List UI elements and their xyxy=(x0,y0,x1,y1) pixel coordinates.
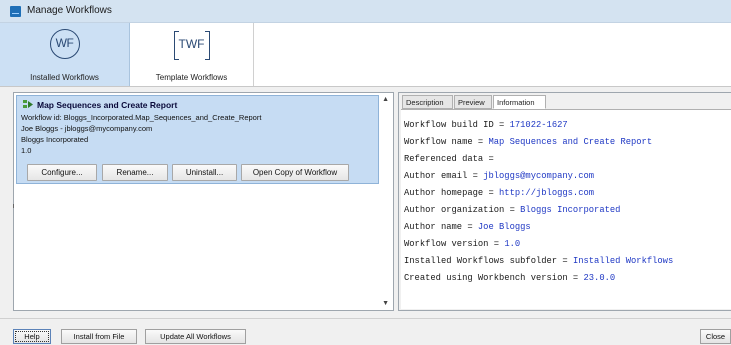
rename-button[interactable]: Rename... xyxy=(102,164,168,181)
info-line-workbench-version: Created using Workbench version = 23.0.0 xyxy=(404,273,616,283)
installed-workflows-button[interactable]: WF Installed Workflows xyxy=(0,23,130,86)
open-copy-button[interactable]: Open Copy of Workflow xyxy=(241,164,349,181)
template-workflows-label: Template Workflows xyxy=(155,73,228,82)
info-line-author-homepage: Author homepage = http://jbloggs.com xyxy=(404,188,595,198)
window-titlebar: Manage Workflows xyxy=(0,0,731,23)
tab-description[interactable]: Description xyxy=(402,95,453,109)
template-workflows-icon: TWF xyxy=(173,31,210,60)
info-line-author-name: Author name = Joe Bloggs xyxy=(404,222,531,232)
tab-information[interactable]: Information xyxy=(493,95,546,109)
workflow-organization: Bloggs Incorporated xyxy=(21,135,89,144)
workflow-toolbar: WF Installed Workflows TWF Template Work… xyxy=(0,23,731,87)
scroll-up-arrow-icon[interactable]: ▲ xyxy=(382,96,389,103)
scroll-down-arrow-icon[interactable]: ▼ xyxy=(382,300,389,307)
window-title: Manage Workflows xyxy=(27,5,112,16)
template-workflows-button[interactable]: TWF Template Workflows xyxy=(130,23,254,86)
close-button[interactable]: Close xyxy=(700,329,731,344)
workflow-list[interactable]: Map Sequences and Create Report Workflow… xyxy=(13,92,394,311)
help-button[interactable]: Help xyxy=(13,329,51,344)
info-line-author-organization: Author organization = Bloggs Incorporate… xyxy=(404,205,621,215)
uninstall-button[interactable]: Uninstall... xyxy=(172,164,237,181)
info-line-referenced-data: Referenced data = xyxy=(404,154,494,164)
update-all-workflows-button[interactable]: Update All Workflows xyxy=(145,329,246,344)
workflow-id: Workflow id: Bloggs_Incorporated.Map_Seq… xyxy=(21,113,262,122)
info-line-author-email: Author email = jbloggs@mycompany.com xyxy=(404,171,595,181)
info-line-subfolder: Installed Workflows subfolder = Installe… xyxy=(404,256,674,266)
footer-divider xyxy=(0,318,731,319)
workflow-version: 1.0 xyxy=(21,146,32,155)
pane-edge-marker xyxy=(13,204,14,208)
configure-button[interactable]: Configure... xyxy=(27,164,97,181)
app-icon xyxy=(10,6,21,17)
info-line-build-id: Workflow build ID = 171022-1627 xyxy=(404,120,568,130)
installed-workflows-label: Installed Workflows xyxy=(30,73,99,82)
installed-workflows-icon: WF xyxy=(49,29,80,59)
info-line-workflow-name: Workflow name = Map Sequences and Create… xyxy=(404,137,653,147)
workflow-list-item[interactable]: Map Sequences and Create Report Workflow… xyxy=(16,95,379,184)
workflow-name: Map Sequences and Create Report xyxy=(37,100,178,110)
details-pane: Description Preview Information Workflow… xyxy=(398,92,731,311)
information-panel: Workflow build ID = 171022-1627 Workflow… xyxy=(401,109,731,309)
workflow-author: Joe Bloggs - jbloggs@mycompany.com xyxy=(21,124,153,133)
tab-preview[interactable]: Preview xyxy=(454,95,492,109)
info-line-workflow-version: Workflow version = 1.0 xyxy=(404,239,521,249)
workflow-item-icon xyxy=(23,100,33,108)
install-from-file-button[interactable]: Install from File xyxy=(61,329,137,344)
